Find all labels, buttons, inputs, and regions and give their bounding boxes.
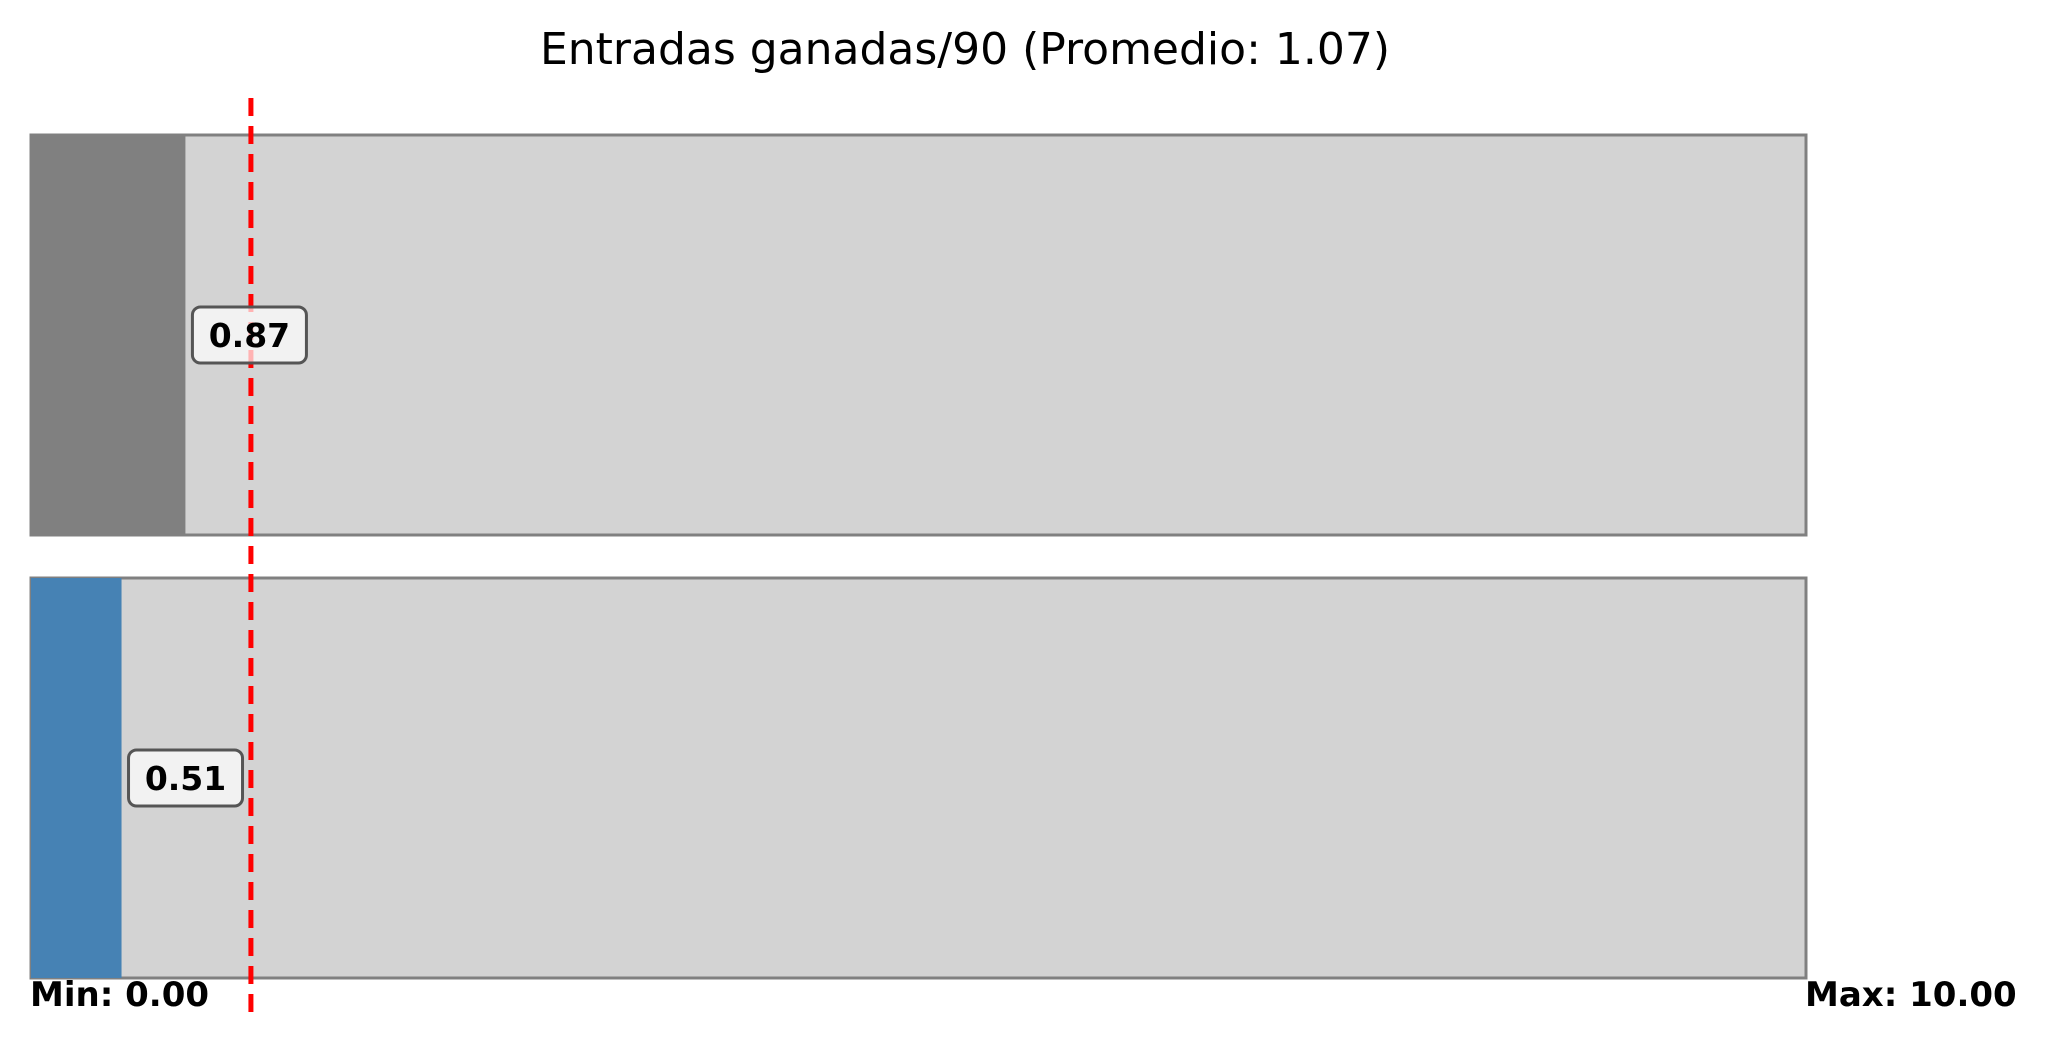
- min-label: Min: 0.00: [30, 975, 209, 1015]
- bar-track-2: [29, 576, 1808, 980]
- bar-2: [31, 578, 122, 978]
- bar-1: [31, 135, 186, 535]
- bars-layer: [29, 133, 1808, 980]
- chart-container: Entradas ganadas/90 (Promedio: 1.07) 0.8…: [0, 0, 2065, 1047]
- chart-svg: Entradas ganadas/90 (Promedio: 1.07) 0.8…: [29, 24, 2017, 1018]
- value-label-1: 0.87: [209, 316, 290, 355]
- max-label: Max: 10.00: [1805, 975, 2017, 1015]
- chart-title: Entradas ganadas/90 (Promedio: 1.07): [540, 24, 1390, 75]
- value-label-2: 0.51: [145, 759, 226, 798]
